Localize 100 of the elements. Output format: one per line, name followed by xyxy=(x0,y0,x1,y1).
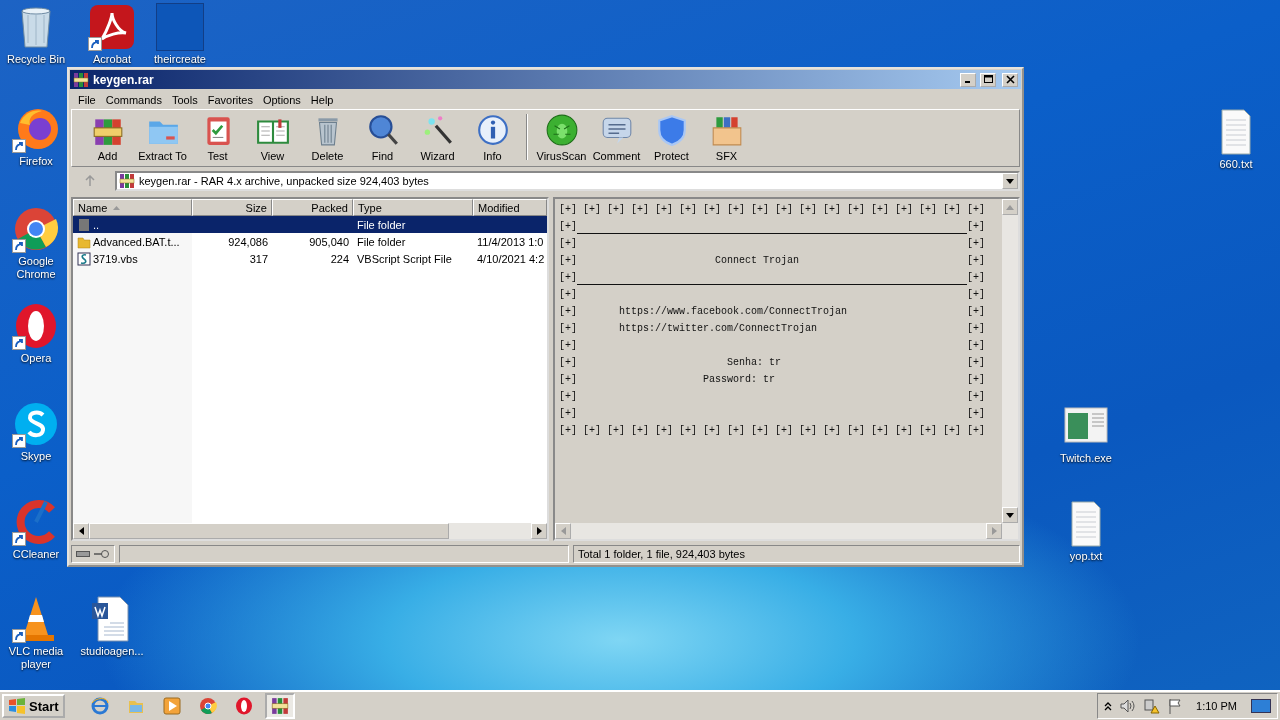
desktop-icon-label[interactable]: Opera xyxy=(20,352,52,365)
desktop-icon-label[interactable]: VLC media player xyxy=(1,645,71,671)
menu-item[interactable]: Favorites xyxy=(202,93,258,106)
desktop-icon-label[interactable]: Google Chrome xyxy=(1,255,71,281)
type-cell: VBScript Script File xyxy=(357,252,452,265)
window-title: keygen.rar xyxy=(93,72,155,87)
horizontal-scrollbar[interactable] xyxy=(73,523,547,539)
desktop-icon-label[interactable]: Skype xyxy=(20,450,52,463)
shortcut-arrow-icon xyxy=(12,139,26,153)
comment-line: [+] [+] [+] [+] [+] [+] [+] [+] [+] [+] [+] [+] [+] [+] [+] [+] [+] [+] xyxy=(559,203,986,217)
ring-icon xyxy=(234,697,253,715)
info-icon xyxy=(475,113,510,147)
file-name: Advanced.BAT.t... xyxy=(93,235,180,248)
toolbar-button[interactable]: Protect xyxy=(644,113,699,162)
archive-icon xyxy=(73,71,89,88)
bug-icon xyxy=(544,113,579,147)
desktop-icon-label[interactable]: Acrobat xyxy=(93,53,131,66)
comment-line: [+] xyxy=(967,288,986,302)
taskbar-button[interactable] xyxy=(264,693,295,719)
archive-icon xyxy=(270,697,289,715)
status-text: Total 1 folder, 1 file, 924,403 bytes xyxy=(578,548,745,560)
start-button[interactable]: Start xyxy=(2,694,65,718)
file-row[interactable]: .. File folder xyxy=(73,216,547,233)
shortcut-arrow-icon xyxy=(12,336,26,350)
desktop-icon-label[interactable]: CCleaner xyxy=(12,548,60,561)
comment-line: [+] xyxy=(967,407,986,421)
right-arrow-icon xyxy=(536,527,542,535)
comment-line: Password: tr xyxy=(702,374,776,385)
horizontal-scrollbar[interactable] xyxy=(555,523,1018,539)
e-globe-icon xyxy=(90,697,109,715)
desktop-icon-label[interactable]: Recycle Bin xyxy=(6,53,66,66)
comment-line: Senha: tr xyxy=(726,357,782,368)
toolbar-button[interactable]: Comment xyxy=(589,113,644,162)
comment-line: [+] xyxy=(967,339,986,353)
desktop-icon-label[interactable]: Firefox xyxy=(19,155,53,168)
desktop-icon-label[interactable]: studioagen... xyxy=(80,645,144,658)
column-header[interactable]: Packed xyxy=(272,199,353,216)
folder-icon xyxy=(77,234,91,249)
comment-line: [+] xyxy=(559,220,577,234)
comment-line: [+] xyxy=(967,390,986,404)
desktop-icon-label[interactable]: yop.txt xyxy=(1069,550,1103,563)
down-arrow-icon xyxy=(1006,512,1014,518)
minimize-button[interactable] xyxy=(960,72,976,87)
toolbar-button[interactable]: Wizard xyxy=(410,113,465,162)
comment-line: [+] xyxy=(559,254,577,268)
toolbar-button[interactable]: SFX xyxy=(699,113,754,162)
shortcut-arrow-icon xyxy=(12,434,26,448)
archive-icon xyxy=(119,173,135,189)
blank-icon xyxy=(156,3,204,51)
file-row[interactable]: 3719.vbs 317 224 VBScript Script File 4/10/2021 4:2 xyxy=(73,250,547,267)
comment-line: [+] xyxy=(967,305,986,319)
key-icon xyxy=(94,549,110,559)
maximize-icon xyxy=(983,75,993,84)
address-field[interactable]: keygen.rar - RAR 4.x archive, unpacked size 924,403 bytes xyxy=(115,171,1020,191)
flag-icon[interactable] xyxy=(1168,698,1183,714)
desktop-icon-label[interactable]: 660.txt xyxy=(1219,158,1253,171)
dropdown-button[interactable] xyxy=(1002,173,1018,189)
comment-line: https://www.facebook.com/ConnectTrojan xyxy=(618,306,848,317)
chevron-up-icon[interactable] xyxy=(1104,701,1113,711)
column-header[interactable]: Modified xyxy=(473,199,547,216)
menu-item[interactable]: File xyxy=(73,93,101,106)
up-arrow-icon xyxy=(84,175,96,187)
menu-item[interactable]: Help xyxy=(305,93,339,106)
toolbar-button[interactable]: Delete xyxy=(300,113,355,162)
toolbar-button[interactable]: Extract To xyxy=(135,113,190,162)
comment-line: [+] xyxy=(559,322,577,336)
up-arrow-icon xyxy=(1006,204,1014,210)
column-header[interactable]: Size xyxy=(192,199,272,216)
desktop-icon-label[interactable]: Twitch.exe xyxy=(1060,452,1112,465)
toolbar-button[interactable]: Find xyxy=(355,113,410,162)
toolbar-button[interactable]: VirusScan xyxy=(534,113,589,162)
folder-icon xyxy=(77,217,91,232)
vertical-scrollbar[interactable] xyxy=(1002,199,1018,523)
comment-line: [+] xyxy=(967,254,986,268)
packed-cell: 905,040 xyxy=(309,235,349,248)
menu-item[interactable]: Commands xyxy=(100,93,167,106)
desktop-icon-label[interactable]: theircreate xyxy=(154,53,206,66)
toolbar-button[interactable]: Test xyxy=(190,113,245,162)
menu-item[interactable]: Tools xyxy=(167,93,203,106)
comment-line: [+] xyxy=(559,288,577,302)
file-row[interactable]: Advanced.BAT.t... 924,086 905,040 File folder 11/4/2013 1:0 xyxy=(73,233,547,250)
toolbar-button[interactable]: Info xyxy=(465,113,520,162)
maximize-button[interactable] xyxy=(980,72,996,87)
toolbar-button[interactable]: View xyxy=(245,113,300,162)
column-header[interactable]: Type xyxy=(353,199,473,216)
sort-arrow-icon xyxy=(113,205,121,210)
speaker-icon[interactable] xyxy=(1120,699,1137,713)
show-desktop-icon[interactable] xyxy=(1251,699,1271,713)
network-warning-icon[interactable] xyxy=(1144,698,1161,714)
column-header[interactable]: Name xyxy=(73,199,192,216)
close-button[interactable] xyxy=(1002,72,1018,87)
menu-item[interactable]: Options xyxy=(257,93,306,106)
caret-icon xyxy=(1006,178,1014,184)
comment-line: [+] xyxy=(967,356,986,370)
script-file-icon xyxy=(77,251,91,266)
clock[interactable]: 1:10 PM xyxy=(1196,700,1237,712)
comment-line: [+] xyxy=(967,373,986,387)
comment-line: [+] xyxy=(967,237,986,251)
toolbar-button[interactable]: Add xyxy=(80,113,135,162)
comment-line: [+] xyxy=(559,237,577,251)
